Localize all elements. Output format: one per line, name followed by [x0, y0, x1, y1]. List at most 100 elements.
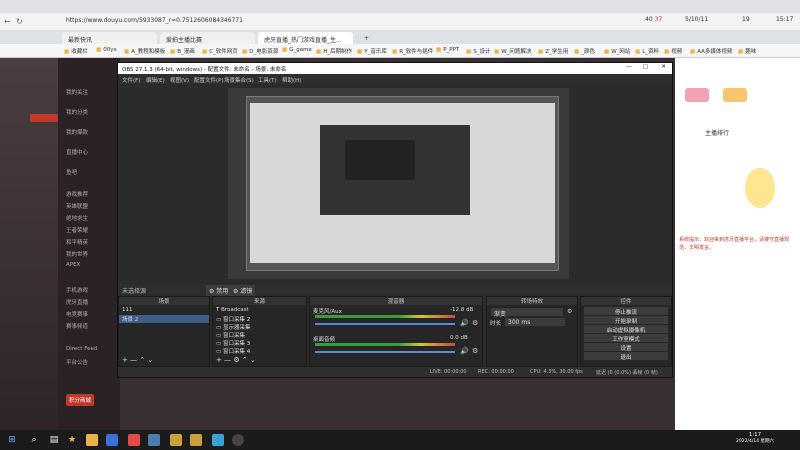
bookmark[interactable]: D_电影资源 [242, 47, 278, 55]
menu-scene-collection[interactable]: 场景集合(S) [224, 76, 254, 84]
bookmark[interactable]: W_网站 [604, 47, 630, 55]
scene-item[interactable]: 111 [122, 307, 133, 313]
bookmark[interactable]: 00yx [96, 47, 117, 53]
menu-help[interactable]: 帮助(H) [282, 76, 301, 84]
app-icon[interactable] [170, 434, 182, 446]
source-item[interactable]: ▭ 窗口采集 4 [216, 347, 250, 355]
source-item[interactable]: ▭ 窗口采集 2 [216, 315, 250, 323]
url-text[interactable]: https://www.douyu.com/5933087_r=0.751260… [66, 17, 243, 24]
app-icon[interactable] [190, 434, 202, 446]
nav-item[interactable]: 我的世界 [66, 250, 88, 258]
menu-tools[interactable]: 工具(T) [258, 76, 277, 84]
studio-mode-button[interactable]: 工作室模式 [584, 334, 668, 343]
speaker-icon[interactable]: 🔊 [460, 347, 469, 355]
menu-file[interactable]: 文件(F) [122, 76, 140, 84]
filters-toggle[interactable]: ⚙ 滤镜 [230, 285, 256, 296]
bookmark[interactable]: R_软件与插件 [392, 47, 433, 55]
close-icon[interactable]: ✕ [661, 64, 666, 70]
nav-item[interactable]: 王者荣耀 [66, 226, 88, 234]
source-item[interactable]: T Broadcast [216, 307, 249, 313]
nav-item[interactable]: 和平精英 [66, 238, 88, 246]
address-bar[interactable]: ← ↻ https://www.douyu.com/5933087_r=0.75… [0, 13, 800, 30]
scene-item-selected[interactable]: 场景 2 [119, 315, 209, 323]
source-item[interactable]: ▭ 显示器采集 [216, 323, 250, 331]
steam-icon[interactable] [148, 434, 160, 446]
volume-slider[interactable] [315, 351, 455, 353]
track-name: 桌面音频 [313, 337, 336, 343]
nav-item[interactable]: 赛事频道 [66, 322, 88, 330]
menu-edit[interactable]: 编辑(E) [146, 76, 165, 84]
sources-header: 来源 [213, 297, 306, 305]
menu-view[interactable]: 视图(V) [170, 76, 189, 84]
virtual-camera-button[interactable]: 启动虚拟摄像机 [584, 325, 668, 334]
nav-item[interactable]: 手机游戏 [66, 286, 88, 294]
disable-toggle[interactable]: ⚙ 禁用 [206, 285, 232, 296]
nav-item[interactable]: 平台公告 [66, 358, 88, 366]
back-icon[interactable]: ← [4, 17, 11, 26]
nav-item[interactable]: APEX [66, 262, 80, 268]
bookmark[interactable]: 视频 [664, 47, 682, 55]
app-icon[interactable] [128, 434, 140, 446]
transitions-dock: 转场特效 渐变 ⚙ 时长 300 ms [486, 296, 578, 367]
start-icon[interactable]: ⊞ [6, 434, 18, 446]
scene-add-remove-icons[interactable]: + — ⌃ ⌄ [122, 356, 153, 364]
mixer-dock: 混音器 麦克风/Aux -12.8 dB 🔊 ⚙ 桌面音频 0.0 dB 🔊 ⚙ [309, 296, 483, 367]
source-item[interactable]: ▭ 窗口采集 3 [216, 339, 250, 347]
gear-icon[interactable]: ⚙ [472, 347, 478, 355]
bookmark[interactable]: 趣味 [738, 47, 756, 55]
reload-icon[interactable]: ↻ [16, 17, 23, 26]
bookmark[interactable]: P_PPT [436, 47, 459, 53]
volume-slider[interactable] [315, 323, 455, 325]
duration-input[interactable]: 300 ms [505, 318, 565, 326]
search-icon[interactable]: ⌕ [28, 434, 40, 446]
gear-icon[interactable]: ⚙ [472, 319, 478, 327]
bookmark[interactable]: 收藏栏 [64, 47, 88, 55]
nav-item[interactable]: Direct Feed [66, 346, 97, 352]
minimize-icon[interactable]: — [627, 64, 633, 70]
bookmark[interactable]: H_后期制作 [316, 47, 352, 55]
bookmark[interactable]: Y_音乐库 [357, 47, 387, 55]
source-item[interactable]: ▭ 窗口采集 [216, 331, 245, 339]
bookmark[interactable]: C_软件网页 [202, 47, 238, 55]
folder-icon[interactable] [86, 434, 98, 446]
menu-profile[interactable]: 配置文件(P) [194, 76, 224, 84]
bookmark[interactable]: L_资料 [635, 47, 659, 55]
nav-item[interactable]: 我的分类 [66, 108, 88, 116]
star-app-icon[interactable]: ★ [66, 434, 78, 446]
app-icon[interactable] [106, 434, 118, 446]
nav-item[interactable]: 我的爆款 [66, 128, 88, 136]
maximize-icon[interactable]: □ [643, 64, 648, 70]
taskbar-clock[interactable]: 1:17 2022/4/14 星期六 [735, 432, 775, 444]
rec-indicator: REC: 00:00:00 [478, 369, 514, 375]
nav-item[interactable]: 绝地求生 [66, 214, 88, 222]
nav-highlight-button[interactable]: 积分商城 [66, 394, 95, 406]
transitions-header: 转场特效 [487, 297, 577, 305]
settings-button[interactable]: 设置 [584, 343, 668, 352]
obs-icon[interactable] [232, 434, 244, 446]
gear-icon[interactable]: ⚙ [567, 308, 572, 315]
nav-item[interactable]: 虎牙直播 [66, 298, 88, 306]
start-recording-button[interactable]: 开始录制 [584, 316, 668, 325]
nav-item[interactable]: 鱼吧 [66, 168, 77, 176]
scenes-dock: 场景 111 场景 2 + — ⌃ ⌄ [118, 296, 210, 367]
nav-item[interactable]: 电竞赛事 [66, 310, 88, 318]
bookmark[interactable]: _颜色 [574, 47, 595, 55]
bookmark[interactable]: S_设计 [466, 47, 490, 55]
nav-item[interactable]: 游戏推荐 [66, 190, 88, 198]
bookmark[interactable]: A_教程和模板 [124, 47, 165, 55]
bookmark[interactable]: G_game [282, 47, 312, 53]
nav-item[interactable]: 我的关注 [66, 88, 88, 96]
bookmark[interactable]: Z_学生用 [538, 47, 568, 55]
app-icon[interactable] [212, 434, 224, 446]
nav-item[interactable]: 直播中心 [66, 148, 88, 156]
speaker-icon[interactable]: 🔊 [460, 319, 469, 327]
source-add-remove-icons[interactable]: + — ⚙ ⌃ ⌄ [216, 356, 256, 364]
bookmark[interactable]: AA多媒体视频 [690, 47, 732, 55]
taskview-icon[interactable]: ▤ [48, 434, 60, 446]
exit-button[interactable]: 退出 [584, 352, 668, 361]
nav-item[interactable]: 英雄联盟 [66, 202, 88, 210]
bookmark[interactable]: B_漫画 [170, 47, 195, 55]
stop-streaming-button[interactable]: 停止推流 [584, 307, 668, 316]
transition-select[interactable]: 渐变 [491, 308, 563, 318]
bookmark[interactable]: W_问题解决 [494, 47, 531, 55]
